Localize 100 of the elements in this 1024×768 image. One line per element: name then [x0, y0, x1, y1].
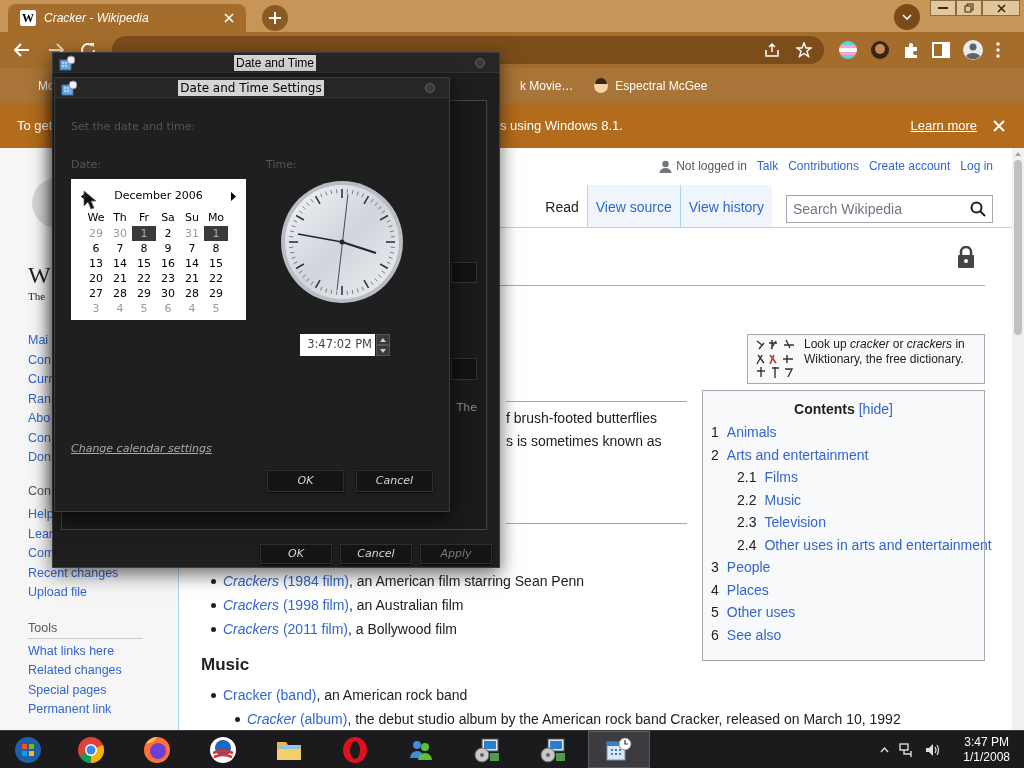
calendar-day[interactable]: 20 [84, 271, 108, 286]
side-panel-icon[interactable] [932, 42, 950, 58]
toc-number: 2 [711, 445, 719, 465]
puzzle-icon[interactable] [902, 41, 920, 59]
page-tab[interactable]: Read [537, 185, 587, 227]
calendar-day[interactable]: 22 [204, 271, 228, 286]
calendar-day[interactable]: 9 [156, 241, 180, 256]
page-tab[interactable]: View history [680, 185, 772, 227]
calendar-day[interactable]: 28 [108, 286, 132, 301]
personal-link[interactable]: Talk [756, 157, 779, 175]
avatar-extension-icon[interactable] [870, 40, 890, 60]
sidebar-link[interactable]: Related changes [28, 661, 178, 681]
sidebar-link[interactable]: Special pages [28, 680, 178, 700]
calendar-day[interactable]: 16 [156, 256, 180, 271]
toc-link[interactable]: Music [764, 488, 802, 511]
article-link[interactable]: Crackers (2011 film) [223, 620, 348, 637]
personal-link[interactable]: Log in [960, 157, 993, 175]
close-button[interactable] [982, 0, 1020, 16]
calendar-day[interactable]: 14 [108, 256, 132, 271]
toc-link[interactable]: People [726, 556, 771, 579]
taskbar-button[interactable] [588, 731, 650, 768]
close-icon [996, 3, 1006, 13]
calendar-day[interactable]: 5 [204, 301, 228, 316]
sidebar-link[interactable]: Permanent link [28, 700, 178, 720]
bookmark-link[interactable]: Espectral McGee [615, 76, 708, 95]
calendar-settings-link[interactable]: Change calendar settings [71, 442, 212, 456]
calendar-day[interactable]: 1 [204, 226, 228, 241]
calendar[interactable]: December 2006 We Th Fr Sa Su Mo 29 30 1 2 31 1 6 7 8 9 7 8 13 14 15 16 14 15 20 21 22 23 21 22 27 28 29 30 28 29 3 4 5 6 4 5 [71, 179, 246, 320]
calendar-day[interactable]: 14 [180, 256, 204, 271]
article-link[interactable]: Crackers (1998 film) [223, 596, 350, 613]
calendar-day[interactable]: 27 [84, 286, 108, 301]
calendar-day[interactable]: 7 [108, 241, 132, 256]
share-icon[interactable] [764, 42, 780, 58]
calendar-day[interactable]: 31 [180, 226, 204, 241]
calendar-day[interactable]: 8 [132, 241, 156, 256]
sidebar-link[interactable]: Recent changes [28, 563, 178, 583]
tab-search-button[interactable] [894, 4, 920, 30]
spin-up-button[interactable] [376, 334, 390, 345]
browser-tab[interactable]: W Cracker - Wikipedia [8, 4, 246, 32]
calendar-day[interactable]: 29 [84, 226, 108, 241]
calendar-day[interactable]: 21 [108, 271, 132, 286]
calendar-day[interactable]: 2 [156, 226, 180, 241]
calendar-day[interactable]: 4 [108, 301, 132, 316]
star-icon[interactable] [796, 42, 812, 58]
calendar-day[interactable]: 29 [132, 286, 156, 301]
close-icon[interactable] [993, 119, 1005, 132]
dialog-button[interactable]: Cancel [356, 470, 433, 492]
search-icon[interactable] [970, 201, 986, 217]
calendar-day[interactable]: 29 [204, 286, 228, 301]
menu-icon[interactable] [996, 42, 1000, 58]
calendar-day[interactable]: 30 [156, 286, 180, 301]
calendar-day[interactable]: 6 [156, 301, 180, 316]
personal-link[interactable]: Contributions [788, 157, 859, 175]
sidebar-link[interactable]: Upload file [28, 583, 178, 603]
calendar-day[interactable]: 21 [180, 271, 204, 286]
toc-link[interactable]: Places [726, 578, 769, 601]
personal-link[interactable]: Create account [868, 157, 951, 175]
calendar-day[interactable]: 5 [132, 301, 156, 316]
calendar-day[interactable]: 6 [84, 241, 108, 256]
calendar-day[interactable]: 1 [132, 226, 156, 241]
calendar-day[interactable]: 3 [84, 301, 108, 316]
calendar-day[interactable]: 28 [180, 286, 204, 301]
calendar-day[interactable]: 8 [204, 241, 228, 256]
dialog-button[interactable]: Cancel [340, 544, 412, 564]
new-tab-button[interactable] [262, 5, 288, 31]
calendar-day[interactable]: 23 [156, 271, 180, 286]
spin-down-button[interactable] [376, 345, 390, 356]
page-tab[interactable]: View source [587, 185, 680, 227]
toc-link[interactable]: Television [764, 511, 826, 534]
article-link[interactable]: Crackers (1984 film) [223, 572, 350, 589]
learn-more-link[interactable]: Learn more [910, 115, 977, 136]
sidebar-link[interactable]: What links here [28, 641, 178, 661]
calendar-day[interactable]: 7 [180, 241, 204, 256]
close-icon[interactable] [224, 13, 234, 23]
calendar-day[interactable]: 15 [204, 256, 228, 271]
show-hidden-icons-icon[interactable] [880, 746, 890, 753]
search-field[interactable]: Search Wikipedia [786, 195, 993, 223]
hide-link[interactable]: [hide] [858, 399, 893, 419]
toc-link[interactable]: Films [764, 466, 798, 489]
toc-link[interactable]: Other uses in arts and entertainment [764, 533, 992, 556]
toc-link[interactable]: Animals [726, 421, 777, 444]
down-arrow-icon [380, 348, 386, 353]
bookmark-link[interactable]: k Movie… [520, 76, 574, 95]
scrollbar-thumb[interactable] [1014, 160, 1022, 335]
toc-link[interactable]: Arts and entertainment [726, 443, 869, 466]
dialog-button[interactable]: OK [267, 470, 344, 492]
minimize-button[interactable] [930, 0, 956, 16]
calendar-day[interactable]: 13 [84, 256, 108, 271]
next-month-icon[interactable] [231, 191, 236, 201]
calendar-day[interactable]: 22 [132, 271, 156, 286]
calendar-day[interactable]: 30 [108, 226, 132, 241]
calendar-day[interactable]: 4 [180, 301, 204, 316]
calendar-day[interactable]: 15 [132, 256, 156, 271]
dialog-button[interactable]: OK [260, 544, 332, 564]
toc-link[interactable]: Other uses [726, 601, 796, 624]
restore-button[interactable] [956, 0, 982, 16]
time-field[interactable]: 3:47:02 PM [300, 334, 375, 356]
toc-link[interactable]: See also [726, 623, 782, 646]
profile-icon[interactable] [962, 39, 984, 61]
striped-flag-icon[interactable] [838, 40, 858, 60]
